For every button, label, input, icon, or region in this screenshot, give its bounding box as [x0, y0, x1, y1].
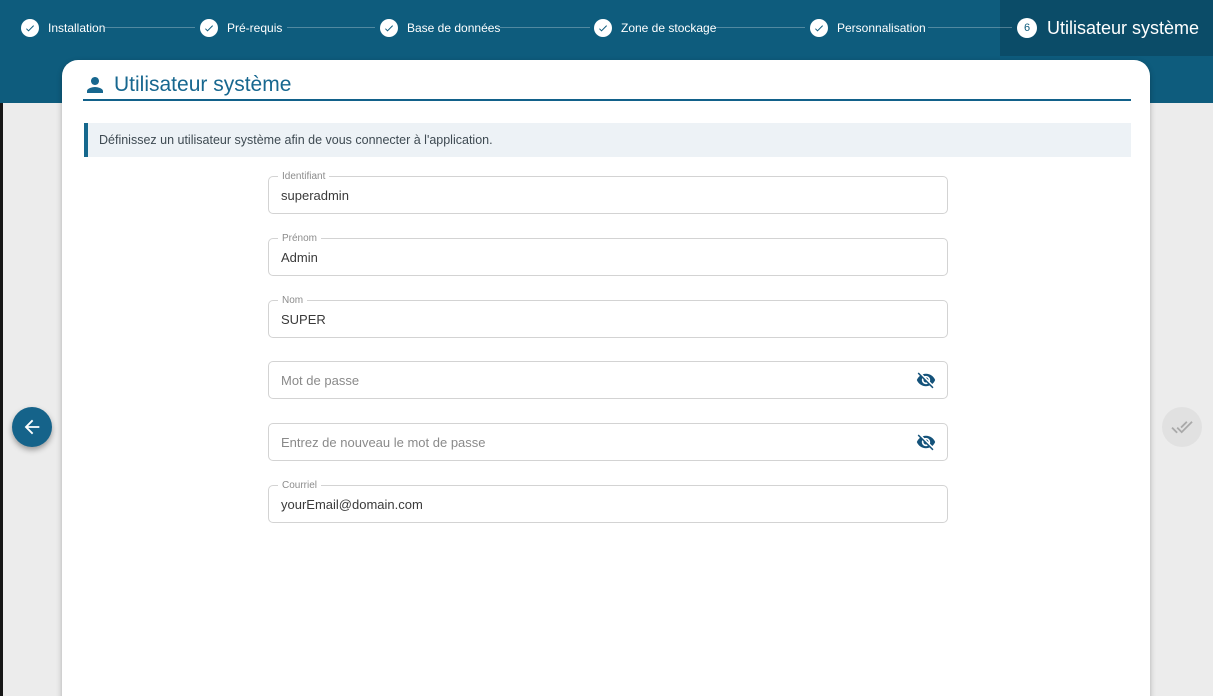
arrow-left-icon	[21, 416, 43, 438]
stepper-step-utilisateur-systeme[interactable]: 6 Utilisateur système	[1017, 0, 1199, 56]
stepper: Installation Pré-requis Base de données …	[0, 0, 1213, 56]
nom-input[interactable]	[269, 301, 947, 337]
title-row: Utilisateur système	[83, 73, 291, 97]
info-text: Définissez un utilisateur système afin d…	[99, 133, 493, 147]
step-label: Zone de stockage	[621, 21, 716, 35]
stepper-step-pre-requis[interactable]: Pré-requis	[200, 0, 282, 56]
stepper-step-base-de-donnees[interactable]: Base de données	[380, 0, 500, 56]
installer-window: Installation Pré-requis Base de données …	[0, 0, 1213, 696]
identifiant-field: Identifiant	[268, 176, 948, 214]
password-confirm-input[interactable]	[269, 424, 947, 460]
password-input[interactable]	[269, 362, 947, 398]
step-connector	[715, 27, 805, 28]
prenom-field: Prénom	[268, 238, 948, 276]
check-icon	[810, 19, 828, 37]
nom-field: Nom	[268, 300, 948, 338]
courriel-input[interactable]	[269, 486, 947, 522]
check-icon	[21, 19, 39, 37]
step-label-active: Utilisateur système	[1047, 18, 1199, 39]
step-connector	[105, 27, 195, 28]
check-icon	[380, 19, 398, 37]
step-label: Pré-requis	[227, 21, 282, 35]
info-banner: Définissez un utilisateur système afin d…	[84, 123, 1131, 157]
step-connector	[928, 27, 1012, 28]
step-connector	[500, 27, 590, 28]
page-title: Utilisateur système	[114, 73, 291, 97]
step-label: Installation	[48, 21, 105, 35]
check-icon	[200, 19, 218, 37]
title-underline	[83, 99, 1131, 101]
content-card: Utilisateur système Définissez un utilis…	[62, 60, 1150, 696]
eye-off-icon	[916, 432, 936, 452]
step-connector	[287, 27, 375, 28]
password-confirm-field	[268, 423, 948, 461]
password-field	[268, 361, 948, 399]
user-icon	[83, 73, 107, 97]
submit-button[interactable]	[1162, 407, 1202, 447]
window-edge	[0, 103, 3, 696]
stepper-step-zone-de-stockage[interactable]: Zone de stockage	[594, 0, 716, 56]
toggle-password-visibility-button[interactable]	[913, 429, 939, 455]
stepper-step-installation[interactable]: Installation	[21, 0, 105, 56]
courriel-field: Courriel	[268, 485, 948, 523]
check-icon	[594, 19, 612, 37]
eye-off-icon	[916, 370, 936, 390]
step-label: Base de données	[407, 21, 500, 35]
toggle-password-visibility-button[interactable]	[913, 367, 939, 393]
step-label: Personnalisation	[837, 21, 926, 35]
stepper-step-personnalisation[interactable]: Personnalisation	[810, 0, 926, 56]
back-button[interactable]	[12, 407, 52, 447]
double-check-icon	[1171, 416, 1193, 438]
prenom-input[interactable]	[269, 239, 947, 275]
identifiant-input[interactable]	[269, 177, 947, 213]
step-number-badge: 6	[1017, 18, 1037, 38]
